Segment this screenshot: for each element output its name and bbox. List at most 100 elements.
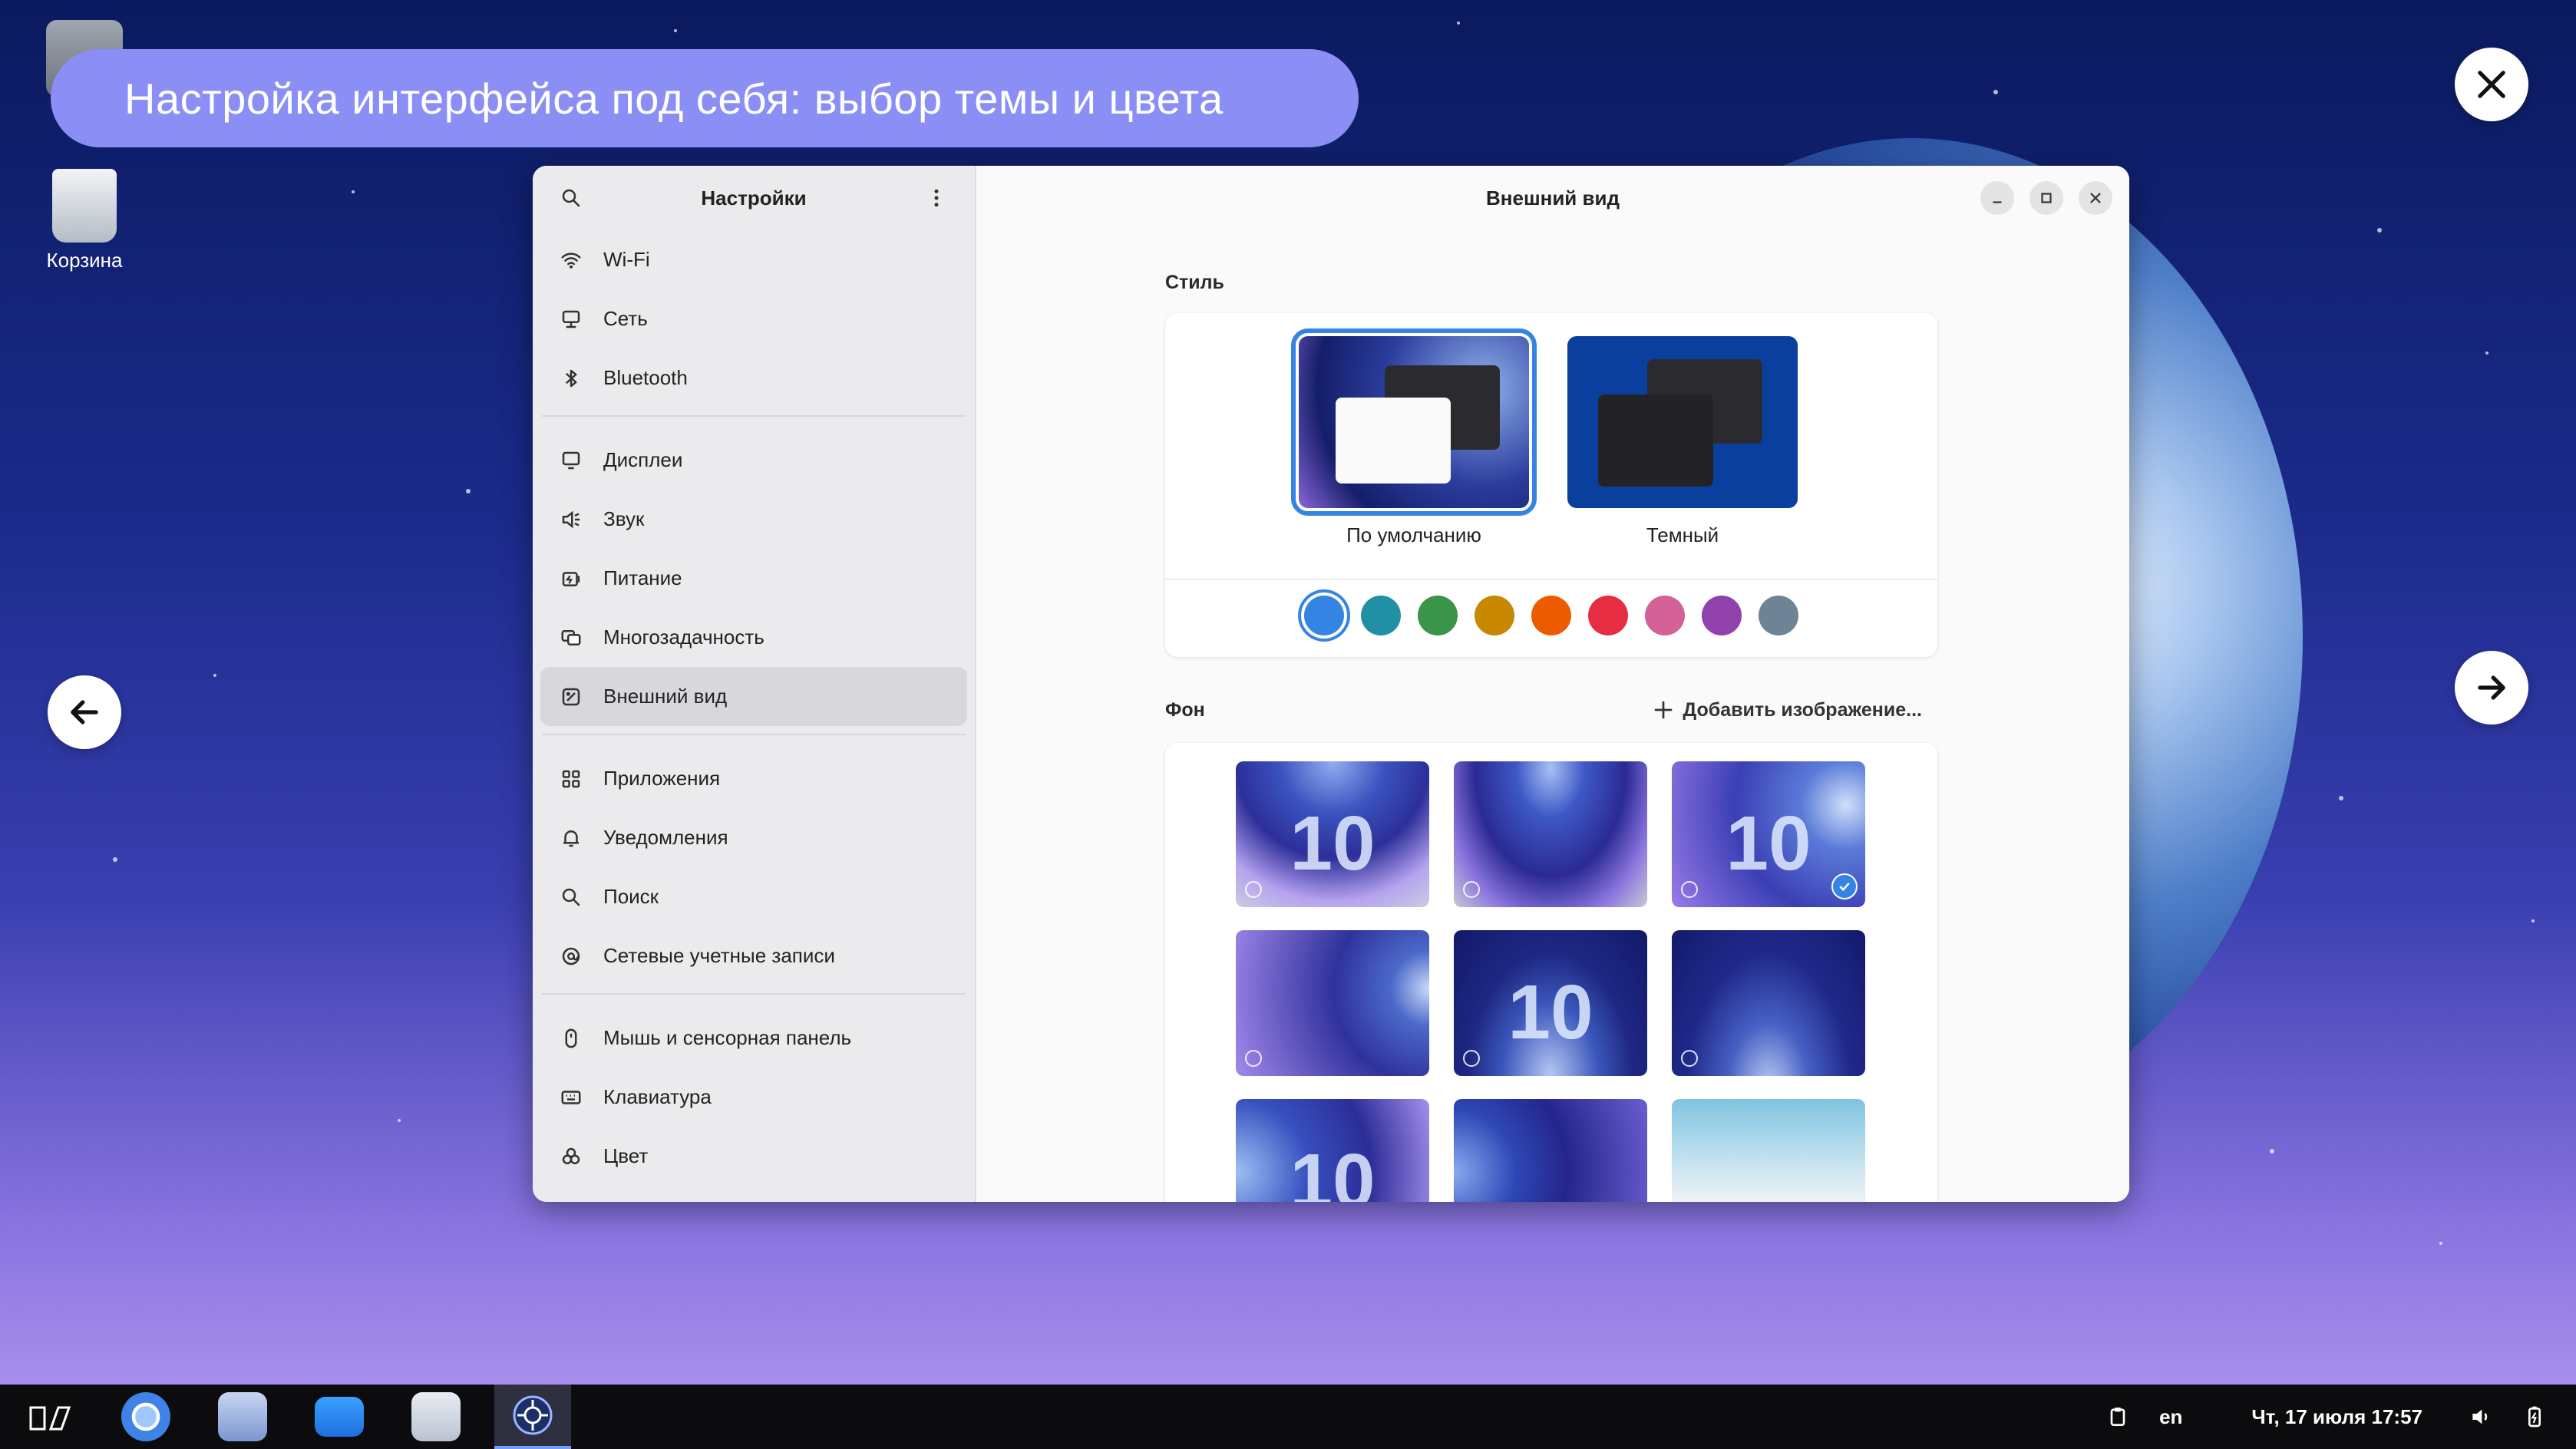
taskbar-app-store-button[interactable] [398, 1385, 474, 1449]
taskbar-files-button[interactable] [301, 1385, 378, 1449]
sidebar-search-button[interactable] [554, 181, 588, 215]
sidebar-menu-button[interactable] [920, 181, 953, 215]
taskbar-mail-button[interactable] [204, 1385, 281, 1449]
panel-title: Внешний вид [1486, 186, 1620, 210]
accent-swatch[interactable] [1588, 596, 1628, 635]
taskbar-apps [0, 1385, 591, 1449]
appearance-icon [559, 685, 583, 709]
theme-default[interactable]: По умолчанию [1291, 328, 1537, 547]
search-icon [559, 885, 583, 909]
sidebar-item-printer[interactable]: Принтеры [540, 1186, 967, 1202]
network-icon [559, 307, 583, 332]
sidebar-item-bluetooth[interactable]: Bluetooth [540, 348, 967, 408]
sidebar-item-label: Внешний вид [603, 685, 728, 708]
accent-swatch[interactable] [1418, 596, 1458, 635]
sidebar-item-label: Уведомления [603, 826, 728, 849]
accent-swatch[interactable] [1475, 596, 1514, 635]
background-header: Фон Добавить изображение... [1165, 698, 1937, 721]
sidebar-item-label: Bluetooth [603, 366, 688, 389]
sidebar-item-multitasking[interactable]: Многозадачность [540, 608, 967, 667]
add-image-button[interactable]: Добавить изображение... [1652, 698, 1937, 721]
taskbar-browser-button[interactable] [107, 1385, 184, 1449]
wallpaper-thumbnail[interactable]: 10 [1454, 930, 1647, 1076]
sidebar-divider [542, 415, 966, 417]
multitasking-icon [559, 625, 583, 650]
wallpaper-numeral: 10 [1508, 969, 1593, 1055]
wallpaper-thumbnail[interactable] [1454, 761, 1647, 907]
mouse-icon [559, 1026, 583, 1051]
sidebar-item-network[interactable]: Сеть [540, 289, 967, 348]
sound-icon [559, 507, 583, 532]
search-icon [562, 189, 580, 207]
sidebar-item-apps[interactable]: Приложения [540, 749, 967, 808]
theme-dark[interactable]: Темный [1567, 336, 1798, 547]
prev-slide-button[interactable] [48, 675, 121, 749]
wallpaper-thumbnail[interactable] [1672, 930, 1865, 1076]
add-image-label: Добавить изображение... [1683, 698, 1922, 721]
style-card: По умолчанию Темный [1165, 313, 1937, 657]
taskbar-settings-button[interactable] [494, 1385, 571, 1449]
sidebar-item-search[interactable]: Поиск [540, 867, 967, 926]
clock-icon [1681, 1050, 1698, 1067]
minimize-button[interactable] [1980, 181, 2014, 215]
plus-icon [1655, 701, 1673, 719]
sidebar-item-color[interactable]: Цвет [540, 1127, 967, 1186]
keyboard-layout[interactable]: en [2159, 1405, 2182, 1429]
accent-swatch[interactable] [1304, 596, 1344, 635]
sidebar-item-display[interactable]: Дисплеи [540, 431, 967, 490]
sidebar-item-power[interactable]: Питание [540, 549, 967, 608]
mail-icon [218, 1392, 267, 1441]
taskbar-workspaces-button[interactable] [11, 1385, 88, 1449]
battery-icon[interactable] [2522, 1404, 2547, 1429]
sidebar-group: Wi-Fi Сеть Bluetooth [533, 230, 975, 408]
sidebar-item-label: Клавиатура [603, 1085, 712, 1108]
power-icon [559, 566, 583, 591]
sidebar-item-keyboard[interactable]: Клавиатура [540, 1068, 967, 1127]
wallpaper-thumbnail[interactable] [1236, 930, 1429, 1076]
apps-icon [559, 767, 583, 791]
sidebar-item-sound[interactable]: Звук [540, 490, 967, 549]
sidebar-item-wifi[interactable]: Wi-Fi [540, 230, 967, 289]
sidebar-item-bell[interactable]: Уведомления [540, 808, 967, 867]
clock-icon [1681, 881, 1698, 898]
wallpaper-thumbnail[interactable]: 10 [1236, 1099, 1429, 1202]
sidebar-item-at[interactable]: Сетевые учетные записи [540, 926, 967, 985]
sidebar-item-label: Звук [603, 507, 645, 530]
maximize-button[interactable] [2029, 181, 2063, 215]
sidebar-list: Wi-Fi Сеть Bluetooth Дисплеи Звук Питание Мног… [533, 230, 975, 1202]
accent-swatch[interactable] [1759, 596, 1798, 635]
arrow-left-icon [71, 700, 98, 724]
wallpaper-thumbnail[interactable]: 10 [1236, 761, 1429, 907]
accent-swatch[interactable] [1645, 596, 1685, 635]
accent-swatch[interactable] [1702, 596, 1742, 635]
close-overlay-button[interactable] [2455, 48, 2528, 121]
accent-swatch[interactable] [1531, 596, 1571, 635]
window-close-button[interactable] [2079, 181, 2112, 215]
taskbar: en Чт, 17 июля 17:57 [0, 1385, 2576, 1449]
desktop-trash[interactable]: Корзина [23, 169, 146, 272]
browser-icon [121, 1392, 170, 1441]
sidebar-item-label: Сетевые учетные записи [603, 944, 835, 967]
settings-sidebar: Настройки Wi-Fi Сеть Bluetooth Дисплеи Звук П… [533, 166, 976, 1202]
sidebar-header: Настройки [533, 166, 975, 230]
sidebar-item-label: Цвет [603, 1144, 649, 1167]
sidebar-item-mouse[interactable]: Мышь и сенсорная панель [540, 1008, 967, 1068]
wallpaper-thumbnail[interactable]: 10 [1672, 761, 1865, 907]
clipboard-icon[interactable] [2105, 1404, 2130, 1429]
sidebar-item-appearance[interactable]: Внешний вид [540, 667, 967, 726]
accent-swatch[interactable] [1361, 596, 1401, 635]
next-slide-button[interactable] [2455, 651, 2528, 724]
wallpaper-thumbnail[interactable] [1454, 1099, 1647, 1202]
theme-dark-label: Темный [1646, 523, 1719, 546]
kebab-menu-icon [934, 189, 939, 207]
at-icon [559, 944, 583, 969]
wallpaper-numeral: 10 [1290, 1138, 1376, 1202]
window-controls [1980, 181, 2112, 215]
sidebar-divider [542, 993, 966, 995]
clock[interactable]: Чт, 17 июля 17:57 [2251, 1405, 2422, 1429]
folder-icon [315, 1397, 364, 1437]
wifi-icon [559, 248, 583, 272]
wallpaper-thumbnail[interactable] [1672, 1099, 1865, 1202]
settings-window: Настройки Wi-Fi Сеть Bluetooth Дисплеи Звук П… [533, 166, 2129, 1202]
volume-icon[interactable] [2469, 1404, 2493, 1429]
